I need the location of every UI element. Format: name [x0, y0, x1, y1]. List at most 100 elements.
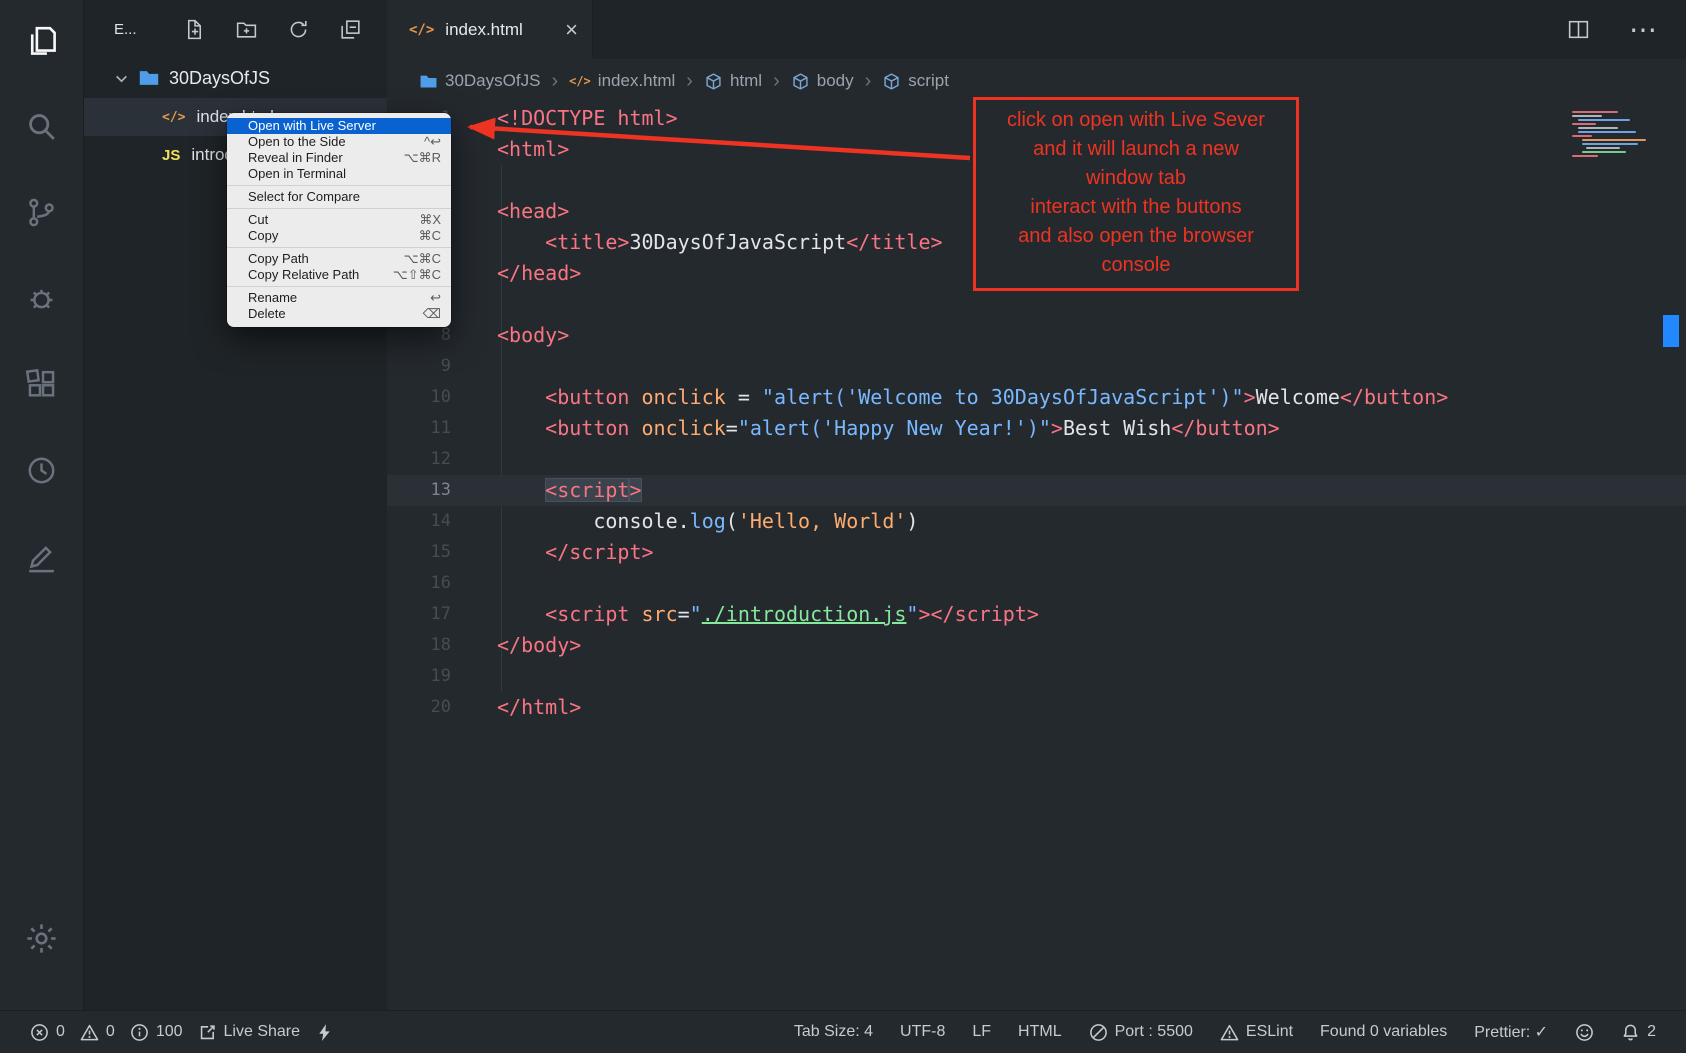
status-label: 2 [1647, 1023, 1656, 1041]
breadcrumb-item-script[interactable]: script [882, 71, 949, 91]
status-eslint[interactable]: ESLint [1220, 1023, 1293, 1042]
status-live-share[interactable]: Live Share [198, 1023, 301, 1042]
menu-item-label: Reveal in Finder [248, 150, 343, 166]
activity-source-control[interactable] [0, 172, 84, 258]
activity-explorer[interactable] [0, 0, 84, 86]
minimap[interactable] [1572, 111, 1664, 159]
status-utf-8[interactable]: UTF-8 [900, 1023, 945, 1041]
menu-item-shortcut: ⌥⌘C [404, 251, 441, 267]
tree-root-folder[interactable]: 30DaysOfJS [84, 58, 387, 98]
menu-item-copy-relative-path[interactable]: Copy Relative Path⌥⇧⌘C [227, 267, 451, 283]
code-token: ></script> [918, 602, 1038, 626]
activity-search[interactable] [0, 86, 84, 172]
line-number[interactable]: 20 [387, 692, 497, 723]
tab-index-html[interactable]: </> index.html × [387, 0, 593, 59]
status-tab-size-4[interactable]: Tab Size: 4 [794, 1023, 873, 1041]
menu-item-delete[interactable]: Delete⌫ [227, 306, 451, 322]
refresh-icon[interactable] [286, 17, 311, 42]
line-number[interactable]: 10 [387, 382, 497, 413]
line-content: <button onclick = "alert('Welcome to 30D… [497, 382, 1448, 413]
activity-settings[interactable] [0, 898, 84, 984]
code-token: "alert('Welcome to 30DaysOfJavaScript')" [762, 385, 1244, 409]
line-content: <script src="./introduction.js"></script… [497, 599, 1039, 630]
status-label: Live Share [224, 1023, 301, 1041]
line-number[interactable]: 15 [387, 537, 497, 568]
split-editor-icon[interactable] [1566, 17, 1591, 42]
status-prettier[interactable]: Prettier: ✓ [1474, 1022, 1548, 1042]
status-2[interactable]: 2 [1621, 1023, 1656, 1042]
code-line-20[interactable]: 20</html> [387, 692, 1686, 723]
status-port-5500[interactable]: Port : 5500 [1089, 1023, 1193, 1042]
port-icon [1089, 1023, 1108, 1042]
status-html[interactable]: HTML [1018, 1023, 1062, 1041]
collapse-all-icon[interactable] [338, 17, 363, 42]
code-line-13[interactable]: 13 <script> [387, 475, 1686, 506]
line-number[interactable]: 12 [387, 444, 497, 475]
line-number[interactable]: 11 [387, 413, 497, 444]
line-number[interactable]: 18 [387, 630, 497, 661]
code-line-14[interactable]: 14 console.log('Hello, World') [387, 506, 1686, 537]
code-line-9[interactable]: 9 [387, 351, 1686, 382]
breadcrumb-item-index-html[interactable]: </>index.html [569, 71, 675, 91]
code-line-17[interactable]: 17 <script src="./introduction.js"></scr… [387, 599, 1686, 630]
breadcrumb-item-html[interactable]: html [704, 71, 762, 91]
status-0[interactable]: 0 [80, 1023, 115, 1042]
menu-item-label: Select for Compare [248, 189, 360, 205]
code-line-10[interactable]: 10 <button onclick = "alert('Welcome to … [387, 382, 1686, 413]
code-line-19[interactable]: 19 [387, 661, 1686, 692]
line-number[interactable]: 13 [387, 475, 497, 506]
debug-icon [23, 280, 60, 322]
annotation-line: and also open the browser [980, 222, 1292, 251]
scrollbar-marker[interactable] [1663, 315, 1679, 347]
activity-history[interactable] [0, 430, 84, 516]
status-found-0-variables[interactable]: Found 0 variables [1320, 1023, 1447, 1041]
menu-item-select-for-compare[interactable]: Select for Compare [227, 189, 451, 205]
activity-extensions[interactable] [0, 344, 84, 430]
status-label: 0 [56, 1023, 65, 1041]
menu-item-rename[interactable]: Rename↩ [227, 290, 451, 306]
files-icon [23, 22, 60, 64]
code-line-7[interactable]: 7 [387, 289, 1686, 320]
status-lightning-icon[interactable] [315, 1023, 334, 1042]
menu-separator [227, 286, 451, 287]
status-0[interactable]: 0 [30, 1023, 65, 1042]
menu-item-open-with-live-server[interactable]: Open with Live Server [227, 118, 451, 134]
status-smiley-icon[interactable] [1575, 1023, 1594, 1042]
more-actions-icon[interactable]: ⋯ [1629, 24, 1658, 35]
code-line-12[interactable]: 12 [387, 444, 1686, 475]
breadcrumb-item-30daysofjs[interactable]: 30DaysOfJS [419, 71, 540, 91]
activity-run-debug[interactable] [0, 258, 84, 344]
code-line-11[interactable]: 11 <button onclick="alert('Happy New Yea… [387, 413, 1686, 444]
code-line-15[interactable]: 15 </script> [387, 537, 1686, 568]
menu-item-open-to-the-side[interactable]: Open to the Side^↩ [227, 134, 451, 150]
gear-icon [23, 920, 60, 962]
line-number[interactable]: 16 [387, 568, 497, 599]
status-lf[interactable]: LF [972, 1023, 991, 1041]
line-number[interactable]: 14 [387, 506, 497, 537]
activity-feedback[interactable] [0, 516, 84, 602]
close-icon[interactable]: × [565, 19, 578, 41]
menu-item-cut[interactable]: Cut⌘X [227, 212, 451, 228]
menu-item-open-in-terminal[interactable]: Open in Terminal [227, 166, 451, 182]
code-line-18[interactable]: 18</body> [387, 630, 1686, 661]
new-folder-icon[interactable] [234, 17, 259, 42]
code-token: onclick [642, 385, 726, 409]
bell-icon [1621, 1023, 1640, 1042]
line-number[interactable]: 19 [387, 661, 497, 692]
menu-item-copy-path[interactable]: Copy Path⌥⌘C [227, 251, 451, 267]
menu-item-copy[interactable]: Copy⌘C [227, 228, 451, 244]
breadcrumb-item-body[interactable]: body [791, 71, 854, 91]
chevron-right-icon: › [773, 70, 780, 93]
code-token: </head> [497, 261, 581, 285]
new-file-icon[interactable] [182, 17, 207, 42]
menu-item-shortcut: ⌘X [419, 212, 441, 228]
code-token: </body> [497, 633, 581, 657]
menu-item-reveal-in-finder[interactable]: Reveal in Finder⌥⌘R [227, 150, 451, 166]
line-content: <title>30DaysOfJavaScript</title> [497, 227, 943, 258]
line-number[interactable]: 17 [387, 599, 497, 630]
status-100[interactable]: 100 [130, 1023, 183, 1042]
code-line-16[interactable]: 16 [387, 568, 1686, 599]
search-icon [23, 108, 60, 150]
code-line-8[interactable]: 8<body> [387, 320, 1686, 351]
line-number[interactable]: 9 [387, 351, 497, 382]
